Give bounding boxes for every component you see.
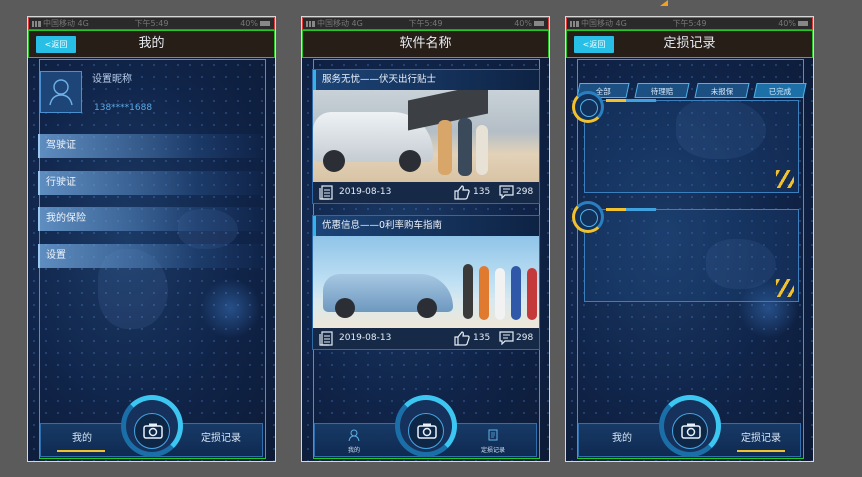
record-accent-bar [626,208,656,211]
card-footer: 2019-08-13 135 298 [313,182,539,203]
filter-tab-unreported[interactable]: 未报保 [694,83,750,98]
header: <返回 我的 [28,30,275,58]
battery-indicator: 40% [514,18,544,29]
menu-item-my-insurance[interactable]: 我的保险 [38,207,264,231]
thumbs-up-icon[interactable] [454,331,470,346]
page-title: 软件名称 [399,36,452,51]
clock: 下午5:49 [672,19,707,28]
screen-my-profile: 中国移动 4G 下午5:49 40% <返回 我的 设置昵称 138****16… [27,16,276,462]
news-card[interactable]: 优惠信息——0利率购车指南 2019-08-13 135 298 [312,215,540,350]
header: 软件名称 [302,30,549,58]
status-bar: 中国移动 4G 下午5:49 40% [566,17,813,30]
filter-tab-pending-claim[interactable]: 待理赔 [634,83,690,98]
page-title: 定损记录 [663,36,716,51]
camera-icon [416,423,437,439]
camera-button[interactable] [133,413,170,449]
screen-home-feed: 中国移动 4G 下午5:49 40% 软件名称 服务无忧——伏天出行贴士 201… [301,16,550,462]
record-list-icon [488,429,498,441]
menu-item-vehicle-license[interactable]: 行驶证 [38,171,264,195]
camera-icon [142,423,163,439]
phone-number: 138****1688 [94,103,153,113]
thumbs-up-icon[interactable] [454,185,470,200]
record-accent-bar [606,208,626,211]
battery-icon [260,21,270,26]
filter-label: 已完成 [768,87,792,96]
camera-icon [680,423,701,439]
like-count: 135 [473,187,491,197]
card-image [313,236,539,328]
screen-damage-records: 中国移动 4G 下午5:49 40% <返回 定损记录 全部 待理赔 未报保 已… [565,16,814,462]
avatar[interactable] [40,71,82,113]
comment-count: 298 [516,333,534,343]
clock: 下午5:49 [408,19,443,28]
warning-stripes [776,279,794,297]
status-bar: 中国移动 4G 下午5:49 40% [302,17,549,30]
person-figure [458,118,472,176]
person-figure [479,266,489,320]
active-tab-indicator [737,450,785,452]
menu-item-settings[interactable]: 设置 [38,244,264,268]
nav-tab-my[interactable]: 我的 [339,426,369,454]
filter-label: 未报保 [710,87,734,96]
camera-button[interactable] [671,413,708,449]
battery-indicator: 40% [778,18,808,29]
car-wheel [399,150,421,172]
nav-tab-records[interactable]: 定损记录 [201,424,241,456]
clock: 下午5:49 [134,19,169,28]
person-figure [495,268,505,320]
status-bar: 中国移动 4G 下午5:49 40% [28,17,275,30]
card-title: 服务无忧——伏天出行贴士 [313,70,539,90]
battery-indicator: 40% [240,18,270,29]
card-date: 2019-08-13 [339,333,392,343]
header: <返回 定损记录 [566,30,813,58]
like-count: 135 [473,333,491,343]
car-wheel [335,298,355,318]
user-icon [49,79,73,106]
filter-tab-completed[interactable]: 已完成 [753,83,807,98]
document-icon [319,185,333,200]
card-footer: 2019-08-13 135 298 [313,328,539,349]
page-title: 我的 [138,36,165,51]
nickname-link[interactable]: 设置昵称 [92,70,132,85]
record-accent-bar [626,99,656,102]
card-title: 优惠信息——0利率购车指南 [313,216,539,236]
orange-corner-mark [660,0,668,6]
card-image [313,90,539,182]
person-figure [463,264,473,319]
battery-icon [798,21,808,26]
nav-tab-label: 我的 [347,447,360,454]
nav-tab-records[interactable]: 定损记录 [475,426,511,454]
battery-label: 40% [514,19,532,28]
car-wheel [323,150,345,172]
menu-item-driver-license[interactable]: 驾驶证 [38,134,264,158]
active-tab-indicator [57,450,105,452]
battery-label: 40% [240,19,258,28]
battery-icon [534,21,544,26]
card-date: 2019-08-13 [339,187,392,197]
nav-tab-my[interactable]: 我的 [612,424,632,456]
comment-icon[interactable] [499,185,514,199]
person-figure [511,266,521,320]
warning-stripes [776,170,794,188]
filter-label: 待理赔 [650,87,674,96]
battery-label: 40% [778,19,796,28]
person-figure [527,268,537,320]
camera-button[interactable] [407,413,444,449]
user-icon [348,429,360,442]
document-icon [319,331,333,346]
record-card[interactable] [584,100,799,193]
record-status-ring [572,91,604,123]
nav-tab-label: 定损记录 [480,447,505,454]
comment-count: 298 [516,187,534,197]
record-status-ring [572,201,604,233]
person-figure [476,125,488,175]
news-card[interactable]: 服务无忧——伏天出行贴士 2019-08-13 135 298 [312,69,540,204]
comment-icon[interactable] [499,331,514,345]
record-card[interactable] [584,209,799,302]
car-wheel [417,298,437,318]
record-accent-bar [606,99,626,102]
person-figure [438,120,452,175]
